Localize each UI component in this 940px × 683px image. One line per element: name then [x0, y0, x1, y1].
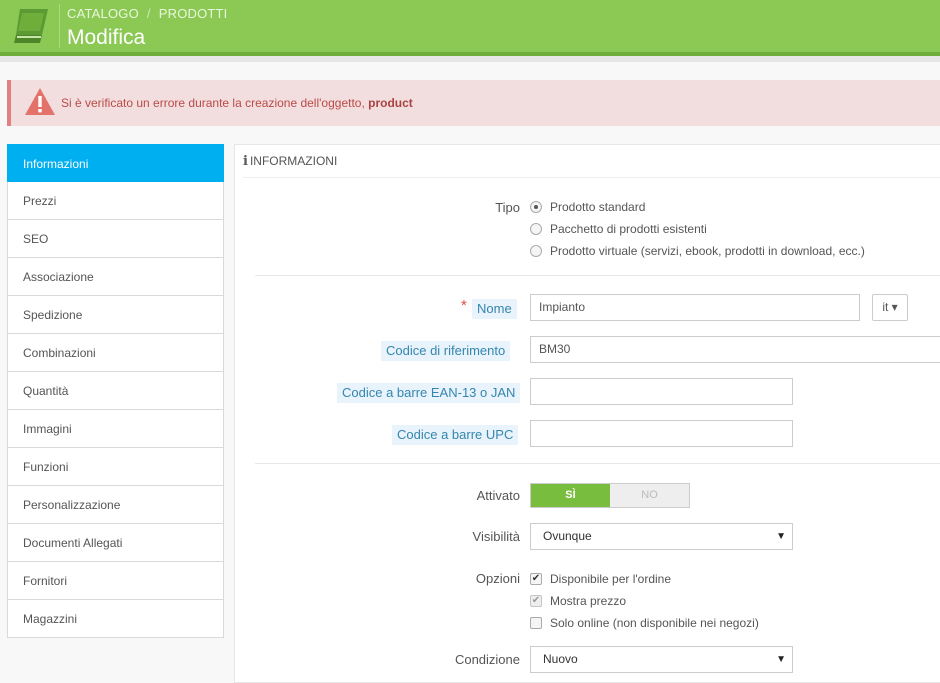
product-tabs-sidebar: Informazioni Prezzi SEO Associazione Spe…: [7, 144, 224, 638]
riferimento-label: Codice di riferimento: [381, 341, 511, 361]
caret-down-icon: ▼: [776, 654, 786, 665]
sidebar-item-combinazioni[interactable]: Combinazioni: [7, 334, 224, 372]
header-shadow: [0, 56, 940, 62]
panel-heading: i INFORMAZIONI: [243, 145, 940, 178]
alert-message: Si è verificato un errore durante la cre…: [61, 96, 413, 110]
sidebar-item-funzioni[interactable]: Funzioni: [7, 448, 224, 486]
attivato-switch[interactable]: SÌ NO: [530, 483, 690, 508]
language-dropdown[interactable]: it ▾: [872, 294, 908, 321]
required-marker: *: [461, 297, 467, 314]
opzione-mostra-prezzo[interactable]: ✔ Mostra prezzo: [530, 594, 626, 608]
visibilita-label: Visibilità: [472, 529, 520, 544]
riferimento-input[interactable]: BM30: [530, 336, 940, 363]
breadcrumb-catalogo[interactable]: CATALOGO: [67, 6, 139, 21]
opzioni-label: Opzioni: [475, 571, 520, 586]
tipo-option-pacchetto[interactable]: Pacchetto di prodotti esistenti: [530, 222, 707, 236]
switch-on[interactable]: SÌ: [531, 484, 610, 507]
sidebar-item-immagini[interactable]: Immagini: [7, 410, 224, 448]
ean-input[interactable]: [530, 378, 793, 405]
sidebar-item-documenti-allegati[interactable]: Documenti Allegati: [7, 524, 224, 562]
sidebar-item-prezzi[interactable]: Prezzi: [7, 182, 224, 220]
alert-object: product: [368, 96, 413, 110]
nome-input[interactable]: Impianto: [530, 294, 860, 321]
tipo-option-virtuale[interactable]: Prodotto virtuale (servizi, ebook, prodo…: [530, 244, 865, 258]
upc-label: Codice a barre UPC: [392, 425, 519, 445]
sidebar-item-magazzini[interactable]: Magazzini: [7, 600, 224, 638]
breadcrumb: CATALOGO / PRODOTTI: [67, 6, 228, 21]
warning-icon: [25, 88, 55, 115]
header-divider: [59, 4, 60, 48]
info-icon: i: [243, 154, 248, 169]
switch-off[interactable]: NO: [610, 484, 689, 507]
breadcrumb-prodotti[interactable]: PRODOTTI: [159, 6, 228, 21]
sidebar-item-personalizzazione[interactable]: Personalizzazione: [7, 486, 224, 524]
sidebar-item-informazioni[interactable]: Informazioni: [7, 144, 224, 182]
caret-down-icon: ▼: [776, 531, 786, 542]
nome-label: Nome: [472, 299, 517, 319]
page-title: Modifica: [67, 26, 146, 49]
upc-input[interactable]: [530, 420, 793, 447]
radio-checked-icon[interactable]: [530, 201, 542, 213]
divider: [255, 275, 940, 276]
page-header: CATALOGO / PRODOTTI Modifica: [0, 0, 940, 52]
tipo-label: Tipo: [495, 200, 520, 215]
condizione-select[interactable]: Nuovo ▼: [530, 646, 793, 673]
attivato-label: Attivato: [476, 488, 520, 503]
radio-icon[interactable]: [530, 223, 542, 235]
informazioni-panel: i INFORMAZIONI Tipo Prodotto standard Pac…: [234, 144, 940, 683]
checkbox-checked-icon[interactable]: ✔: [530, 595, 542, 607]
divider: [255, 463, 940, 464]
opzione-solo-online[interactable]: Solo online (non disponibile nei negozi): [530, 616, 759, 630]
tipo-option-standard[interactable]: Prodotto standard: [530, 200, 645, 214]
condizione-label: Condizione: [454, 652, 520, 667]
book-icon: [14, 9, 48, 43]
sidebar-item-fornitori[interactable]: Fornitori: [7, 562, 224, 600]
ean-label: Codice a barre EAN-13 o JAN: [337, 383, 521, 403]
checkbox-icon[interactable]: [530, 617, 542, 629]
sidebar-item-associazione[interactable]: Associazione: [7, 258, 224, 296]
radio-icon[interactable]: [530, 245, 542, 257]
error-alert: Si è verificato un errore durante la cre…: [7, 80, 940, 126]
checkbox-checked-icon[interactable]: ✔: [530, 573, 542, 585]
sidebar-item-seo[interactable]: SEO: [7, 220, 224, 258]
visibilita-select[interactable]: Ovunque ▼: [530, 523, 793, 550]
opzione-disponibile[interactable]: ✔ Disponibile per l'ordine: [530, 572, 671, 586]
sidebar-item-spedizione[interactable]: Spedizione: [7, 296, 224, 334]
sidebar-item-quantita[interactable]: Quantità: [7, 372, 224, 410]
